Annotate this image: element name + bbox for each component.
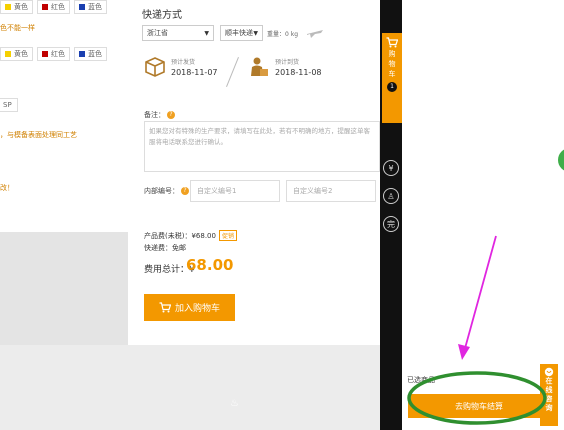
product-fee: 产品费(未税)：¥68.00 促销 <box>144 230 237 241</box>
remark-textarea[interactable]: 如果您对有特殊的生产要求，请填写在此处，若有不明确的地方，提醒这单客服将电话联系… <box>144 121 380 172</box>
arrival-date: 2018-11-08 <box>275 68 322 77</box>
color-chip-blue-2[interactable]: 蓝色 <box>74 47 107 61</box>
checkout-button[interactable]: 去购物车结算 <box>408 394 550 418</box>
dispatch-label: 预计发货 <box>171 59 196 66</box>
chevron-down-icon: ▼ <box>253 29 258 37</box>
color-row-2: 黄色 红色 蓝色 <box>0 47 107 61</box>
color-chip-yellow[interactable]: 黄色 <box>0 0 33 14</box>
yen-icon[interactable]: ¥ <box>383 160 399 176</box>
finish-note: ，与模备表面处理同工艺 <box>0 131 77 139</box>
previous-option-panel <box>0 0 128 232</box>
promo-tag: 促销 <box>218 230 237 241</box>
user-icon[interactable]: ♙ <box>383 188 399 204</box>
order-panel: 快递方式 浙江省 ▼ 顺丰快递 ▼ 重量：0 kg 预计发货 2018-11-0… <box>128 0 380 345</box>
color-chip-red-2[interactable]: 红色 <box>37 47 70 61</box>
province-value: 浙江省 <box>147 29 168 37</box>
courier-icon <box>251 57 268 76</box>
add-to-cart-button[interactable]: 加入购物车 <box>144 294 235 321</box>
edit-note: 改！ <box>0 184 14 192</box>
dispatch-date: 2018-11-07 <box>171 68 218 77</box>
province-select[interactable]: 浙江省 ▼ <box>142 25 214 41</box>
complete-icon[interactable]: 完 <box>383 216 399 232</box>
cart-icon <box>159 302 171 313</box>
gray-background <box>0 232 128 345</box>
color-chip-blue[interactable]: 蓝色 <box>74 0 107 14</box>
sp-option[interactable]: SP <box>0 98 18 112</box>
selected-items-label: 已选商品 <box>407 376 435 384</box>
online-consult-tab[interactable]: 在 线 咨 询 <box>540 364 558 426</box>
arrival-estimate: 预计到货 2018-11-08 <box>248 56 322 78</box>
internal-code-input-2[interactable]: 自定义编号2 <box>286 180 376 202</box>
shipping-fee: 快递费：免邮 <box>144 244 186 252</box>
cart-icon <box>386 37 398 48</box>
cart-count-badge: 1 <box>387 82 397 92</box>
color-row-1: 黄色 红色 蓝色 <box>0 0 107 14</box>
carrier-select[interactable]: 顺丰快递 ▼ <box>220 25 263 41</box>
color-chip-red[interactable]: 红色 <box>37 0 70 14</box>
weight-text: 重量：0 kg <box>267 31 299 38</box>
help-icon[interactable]: ? <box>167 111 175 119</box>
internal-code-input-1[interactable]: 自定义编号1 <box>190 180 280 202</box>
carrier-value: 顺丰快递 <box>225 29 253 37</box>
total-value: 68.00 <box>186 256 234 274</box>
internal-code-label: 内部编号： ? <box>144 186 189 196</box>
chevron-down-icon: ▼ <box>204 29 209 37</box>
airplane-icon <box>307 30 323 38</box>
arrival-label: 预计到货 <box>275 59 300 66</box>
help-icon[interactable]: ? <box>181 187 189 195</box>
color-note: 色不能一样 <box>0 24 35 32</box>
divider-slash <box>226 56 239 88</box>
remark-label: 备注： ? <box>144 110 175 120</box>
sidebar-cart-tab[interactable]: 购 物 车 1 <box>382 33 402 123</box>
dispatch-estimate: 预计发货 2018-11-07 <box>144 56 218 78</box>
color-chip-yellow-2[interactable]: 黄色 <box>0 47 33 61</box>
chat-icon <box>544 367 554 377</box>
box-icon <box>145 57 165 77</box>
shipping-title: 快递方式 <box>142 10 182 21</box>
flame-icon: ♨ <box>230 398 239 409</box>
